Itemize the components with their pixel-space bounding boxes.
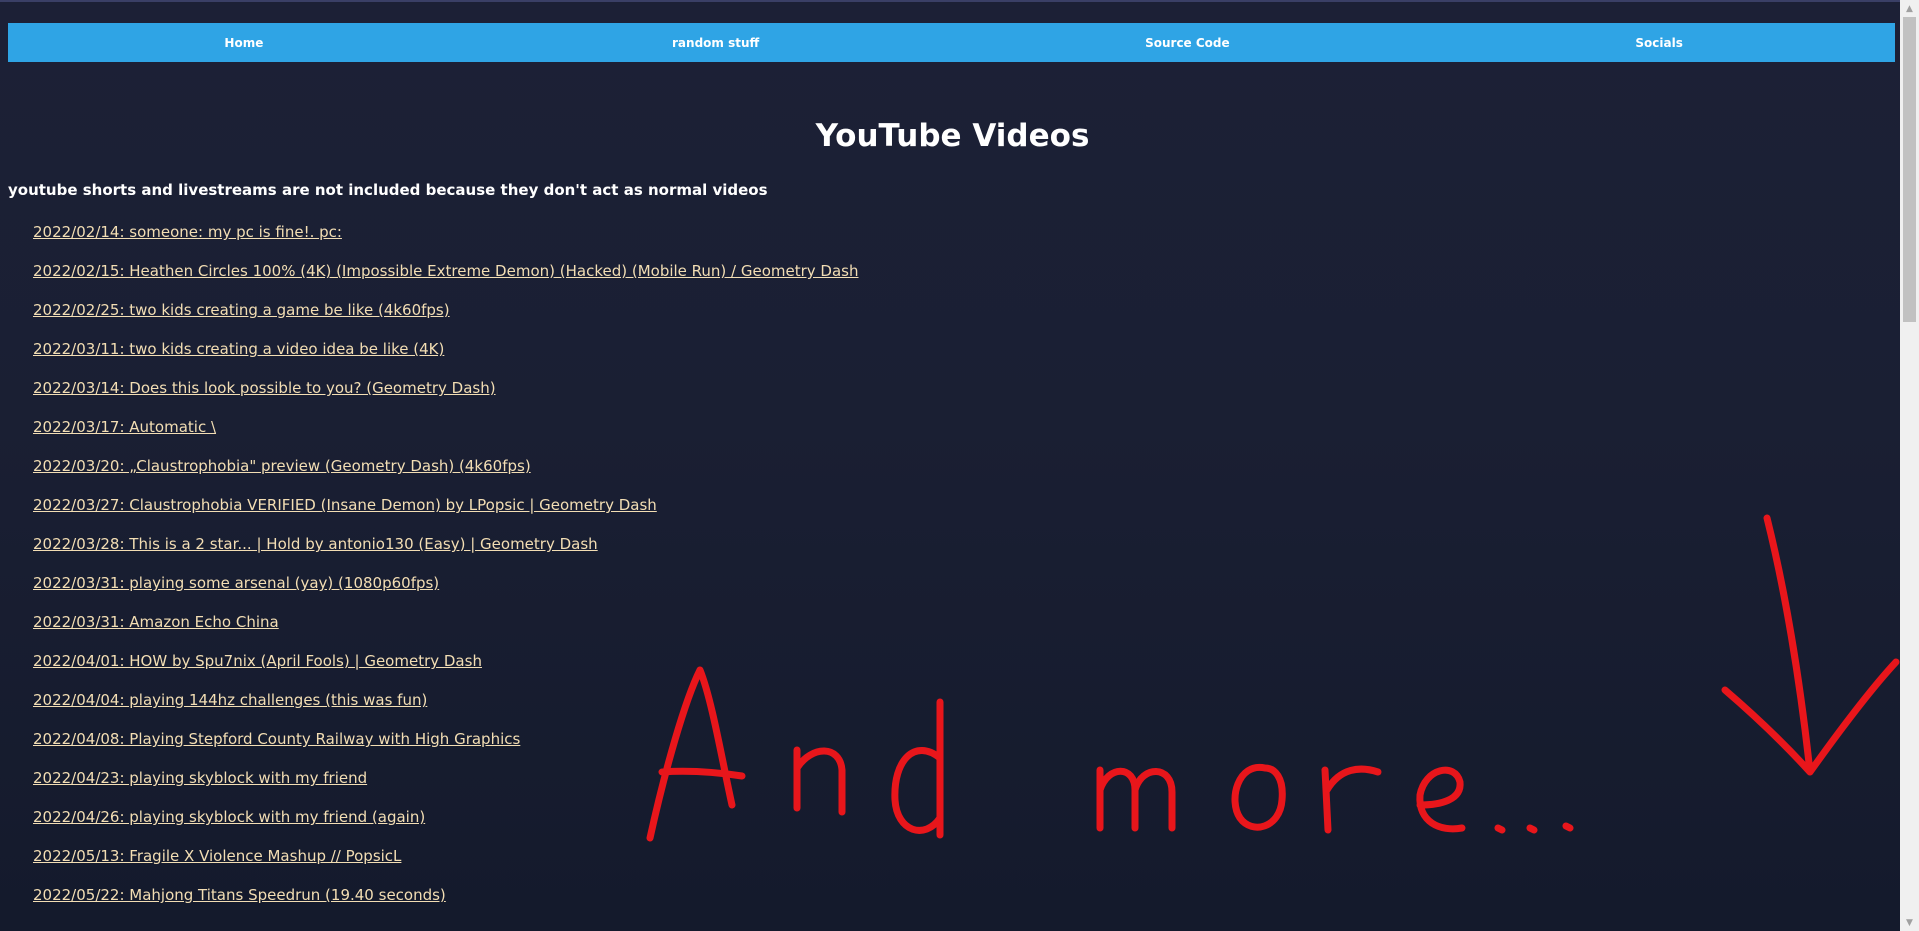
list-item: 2022/03/31: Amazon Echo China — [33, 610, 859, 649]
ellipsis — [1494, 822, 1574, 834]
page: Home random stuff Source Code Socials Yo… — [0, 0, 1900, 931]
video-link[interactable]: 2022/04/26: playing skyblock with my fri… — [33, 808, 425, 826]
list-item: 2022/04/26: playing skyblock with my fri… — [33, 805, 859, 844]
nav-home[interactable]: Home — [8, 36, 480, 50]
list-item: 2022/03/11: two kids creating a video id… — [33, 337, 859, 376]
navbar: Home random stuff Source Code Socials — [8, 23, 1895, 62]
list-item: 2022/05/13: Fragile X Violence Mashup //… — [33, 844, 859, 883]
video-link[interactable]: 2022/03/17: Automatic \ — [33, 418, 216, 436]
video-link[interactable]: 2022/03/31: playing some arsenal (yay) (… — [33, 574, 439, 592]
list-item: 2022/03/28: This is a 2 star... | Hold b… — [33, 532, 859, 571]
letter-d — [891, 698, 944, 839]
video-link[interactable]: 2022/04/08: Playing Stepford County Rail… — [33, 730, 520, 748]
video-link[interactable]: 2022/04/23: playing skyblock with my fri… — [33, 769, 367, 787]
list-item: 2022/03/31: playing some arsenal (yay) (… — [33, 571, 859, 610]
vertical-scrollbar[interactable]: ▲ ▼ — [1900, 0, 1919, 931]
video-list: 2022/02/14: someone: my pc is fine!. pc:… — [33, 220, 859, 922]
scrollbar-thumb[interactable] — [1903, 17, 1916, 322]
list-item: 2022/05/22: Mahjong Titans Speedrun (19.… — [33, 883, 859, 922]
video-link[interactable]: 2022/05/13: Fragile X Violence Mashup //… — [33, 847, 401, 865]
list-item: 2022/04/08: Playing Stepford County Rail… — [33, 727, 859, 766]
video-link[interactable]: 2022/02/15: Heathen Circles 100% (4K) (I… — [33, 262, 859, 280]
exclusion-note: youtube shorts and livestreams are not i… — [8, 181, 768, 199]
list-item: 2022/04/23: playing skyblock with my fri… — [33, 766, 859, 805]
video-link[interactable]: 2022/03/31: Amazon Echo China — [33, 613, 279, 631]
list-item: 2022/02/14: someone: my pc is fine!. pc: — [33, 220, 859, 259]
video-link[interactable]: 2022/04/01: HOW by Spu7nix (April Fools)… — [33, 652, 482, 670]
page-title: YouTube Videos — [815, 118, 1090, 154]
list-item: 2022/03/20: „Claustrophobia" preview (Ge… — [33, 454, 859, 493]
list-item: 2022/03/14: Does this look possible to y… — [33, 376, 859, 415]
video-link[interactable]: 2022/03/20: „Claustrophobia" preview (Ge… — [33, 457, 531, 475]
list-item: 2022/02/15: Heathen Circles 100% (4K) (I… — [33, 259, 859, 298]
nav-source-code[interactable]: Source Code — [952, 36, 1424, 50]
arrow-down-icon — [1721, 514, 1900, 776]
video-link[interactable]: 2022/03/27: Claustrophobia VERIFIED (Ins… — [33, 496, 657, 514]
letter-m — [1096, 766, 1176, 832]
video-link[interactable]: 2022/02/14: someone: my pc is fine!. pc: — [33, 223, 342, 241]
video-link[interactable]: 2022/05/22: Mahjong Titans Speedrun (19.… — [33, 886, 446, 904]
video-link[interactable]: 2022/03/28: This is a 2 star... | Hold b… — [33, 535, 598, 553]
video-link[interactable]: 2022/02/25: two kids creating a game be … — [33, 301, 450, 319]
video-link[interactable]: 2022/04/04: playing 144hz challenges (th… — [33, 691, 427, 709]
nav-socials[interactable]: Socials — [1423, 36, 1895, 50]
video-link[interactable]: 2022/03/11: two kids creating a video id… — [33, 340, 444, 358]
list-item: 2022/04/01: HOW by Spu7nix (April Fools)… — [33, 649, 859, 688]
letter-o — [1231, 763, 1286, 831]
letter-r — [1321, 765, 1382, 834]
scroll-down-icon[interactable]: ▼ — [1900, 914, 1919, 931]
scroll-up-icon[interactable]: ▲ — [1900, 0, 1919, 17]
letter-e — [1416, 766, 1466, 833]
list-item: 2022/03/17: Automatic \ — [33, 415, 859, 454]
video-link[interactable]: 2022/03/14: Does this look possible to y… — [33, 379, 496, 397]
nav-random-stuff[interactable]: random stuff — [480, 36, 952, 50]
list-item: 2022/02/25: two kids creating a game be … — [33, 298, 859, 337]
list-item: 2022/03/27: Claustrophobia VERIFIED (Ins… — [33, 493, 859, 532]
list-item: 2022/04/04: playing 144hz challenges (th… — [33, 688, 859, 727]
